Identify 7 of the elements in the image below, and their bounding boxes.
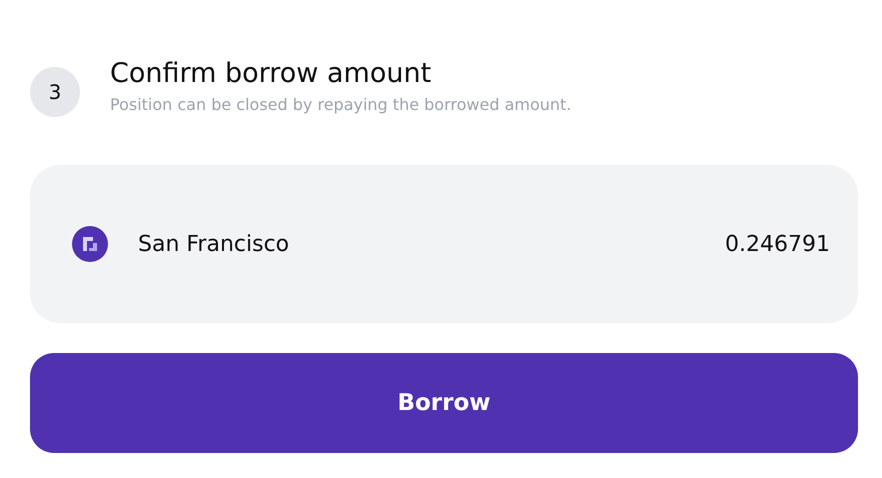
borrow-button[interactable]: Borrow [30, 353, 858, 453]
step-description: Position can be closed by repaying the borrowed amount. [110, 95, 572, 114]
step-title: Confirm borrow amount [110, 58, 432, 89]
asset-name: San Francisco [138, 232, 290, 256]
asset-amount: 0.246791 [725, 232, 830, 256]
step-number: 3 [30, 67, 80, 117]
token-icon [72, 226, 108, 262]
